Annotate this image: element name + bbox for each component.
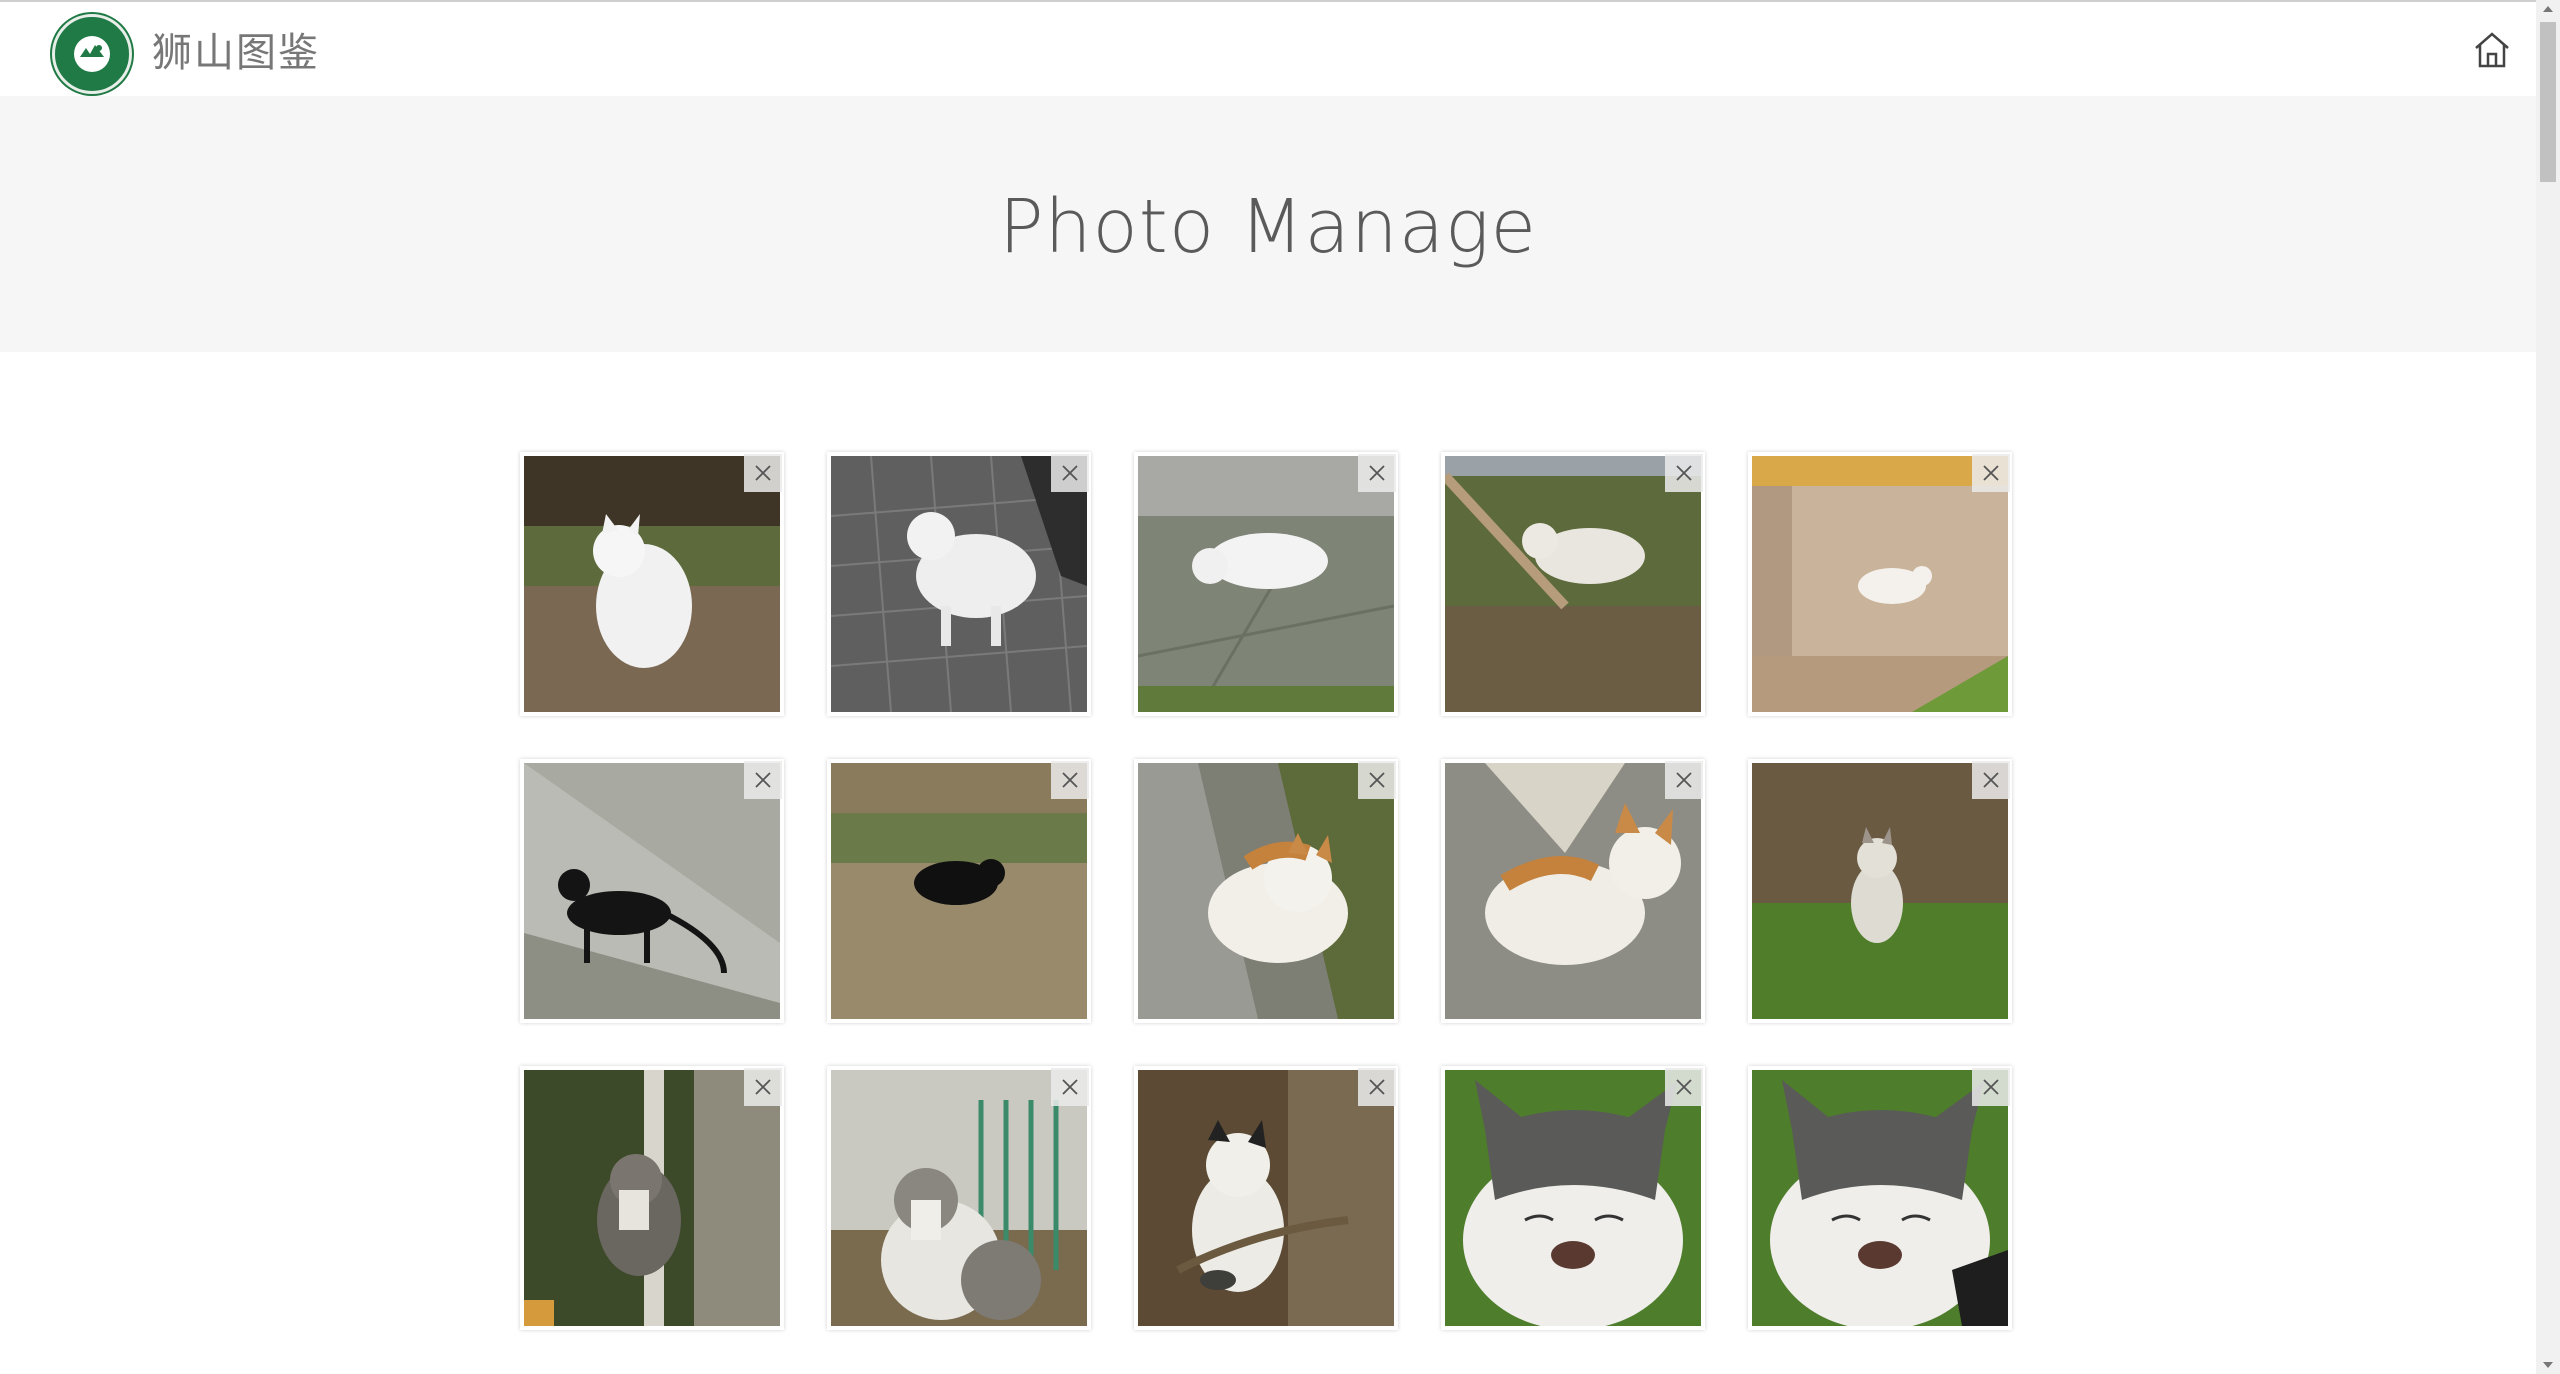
photo-card[interactable] (520, 1066, 784, 1330)
cat-photo[interactable] (1138, 1070, 1394, 1326)
photo-card[interactable] (1441, 759, 1705, 1023)
close-icon (755, 772, 771, 788)
cat-photo[interactable] (524, 763, 780, 1019)
close-icon (1676, 772, 1692, 788)
close-icon (1062, 465, 1078, 481)
delete-photo-button[interactable] (1051, 761, 1089, 799)
photo-card[interactable] (827, 759, 1091, 1023)
cat-photo[interactable] (524, 1070, 780, 1326)
photo-card[interactable] (1441, 1066, 1705, 1330)
cat-photo[interactable] (1752, 763, 2008, 1019)
cat-photo[interactable] (1445, 1070, 1701, 1326)
photo-card[interactable] (1134, 452, 1398, 716)
cat-photo[interactable] (1752, 1070, 2008, 1326)
close-icon (1983, 465, 1999, 481)
delete-photo-button[interactable] (744, 1068, 782, 1106)
cat-photo[interactable] (524, 456, 780, 712)
photo-card[interactable] (827, 1066, 1091, 1330)
delete-photo-button[interactable] (744, 761, 782, 799)
cat-photo[interactable] (1138, 763, 1394, 1019)
cat-photo[interactable] (1752, 456, 2008, 712)
delete-photo-button[interactable] (1665, 1068, 1703, 1106)
close-icon (755, 1079, 771, 1095)
site-title[interactable]: 狮山图鉴 (152, 20, 320, 78)
delete-photo-button[interactable] (1665, 761, 1703, 799)
photo-card[interactable] (1748, 1066, 2012, 1330)
close-icon (1983, 772, 1999, 788)
photo-card[interactable] (520, 452, 784, 716)
lion-mountain-logo[interactable] (52, 14, 132, 94)
photo-card[interactable] (1748, 452, 2012, 716)
cat-photo[interactable] (1445, 456, 1701, 712)
photo-card[interactable] (1748, 759, 2012, 1023)
delete-photo-button[interactable] (1358, 454, 1396, 492)
cat-photo[interactable] (1445, 763, 1701, 1019)
delete-photo-button[interactable] (1972, 1068, 2010, 1106)
photo-card[interactable] (1441, 452, 1705, 716)
photo-card[interactable] (827, 452, 1091, 716)
cat-photo[interactable] (831, 763, 1087, 1019)
delete-photo-button[interactable] (1972, 761, 2010, 799)
scroll-up-icon[interactable] (2543, 6, 2553, 12)
scrollbar-thumb[interactable] (2540, 22, 2556, 182)
photo-grid (520, 452, 2020, 1330)
photo-card[interactable] (520, 759, 784, 1023)
close-icon (1983, 1079, 1999, 1095)
delete-photo-button[interactable] (1972, 454, 2010, 492)
top-navbar: 狮山图鉴 (0, 0, 2536, 96)
delete-photo-button[interactable] (1051, 454, 1089, 492)
scroll-down-icon[interactable] (2543, 1362, 2553, 1368)
close-icon (1676, 465, 1692, 481)
cat-photo[interactable] (1138, 456, 1394, 712)
close-icon (1676, 1079, 1692, 1095)
home-icon[interactable] (2470, 28, 2514, 72)
vertical-scrollbar[interactable] (2536, 0, 2560, 1374)
delete-photo-button[interactable] (1665, 454, 1703, 492)
close-icon (1062, 772, 1078, 788)
delete-photo-button[interactable] (744, 454, 782, 492)
cat-photo[interactable] (831, 456, 1087, 712)
photo-card[interactable] (1134, 1066, 1398, 1330)
delete-photo-button[interactable] (1358, 761, 1396, 799)
photo-card[interactable] (1134, 759, 1398, 1023)
delete-photo-button[interactable] (1051, 1068, 1089, 1106)
cat-photo[interactable] (831, 1070, 1087, 1326)
close-icon (1369, 465, 1385, 481)
delete-photo-button[interactable] (1358, 1068, 1396, 1106)
close-icon (1369, 1079, 1385, 1095)
close-icon (1369, 772, 1385, 788)
close-icon (755, 465, 771, 481)
close-icon (1062, 1079, 1078, 1095)
page-title: Photo Manage (999, 184, 1537, 270)
page-header-banner: Photo Manage (0, 96, 2536, 352)
